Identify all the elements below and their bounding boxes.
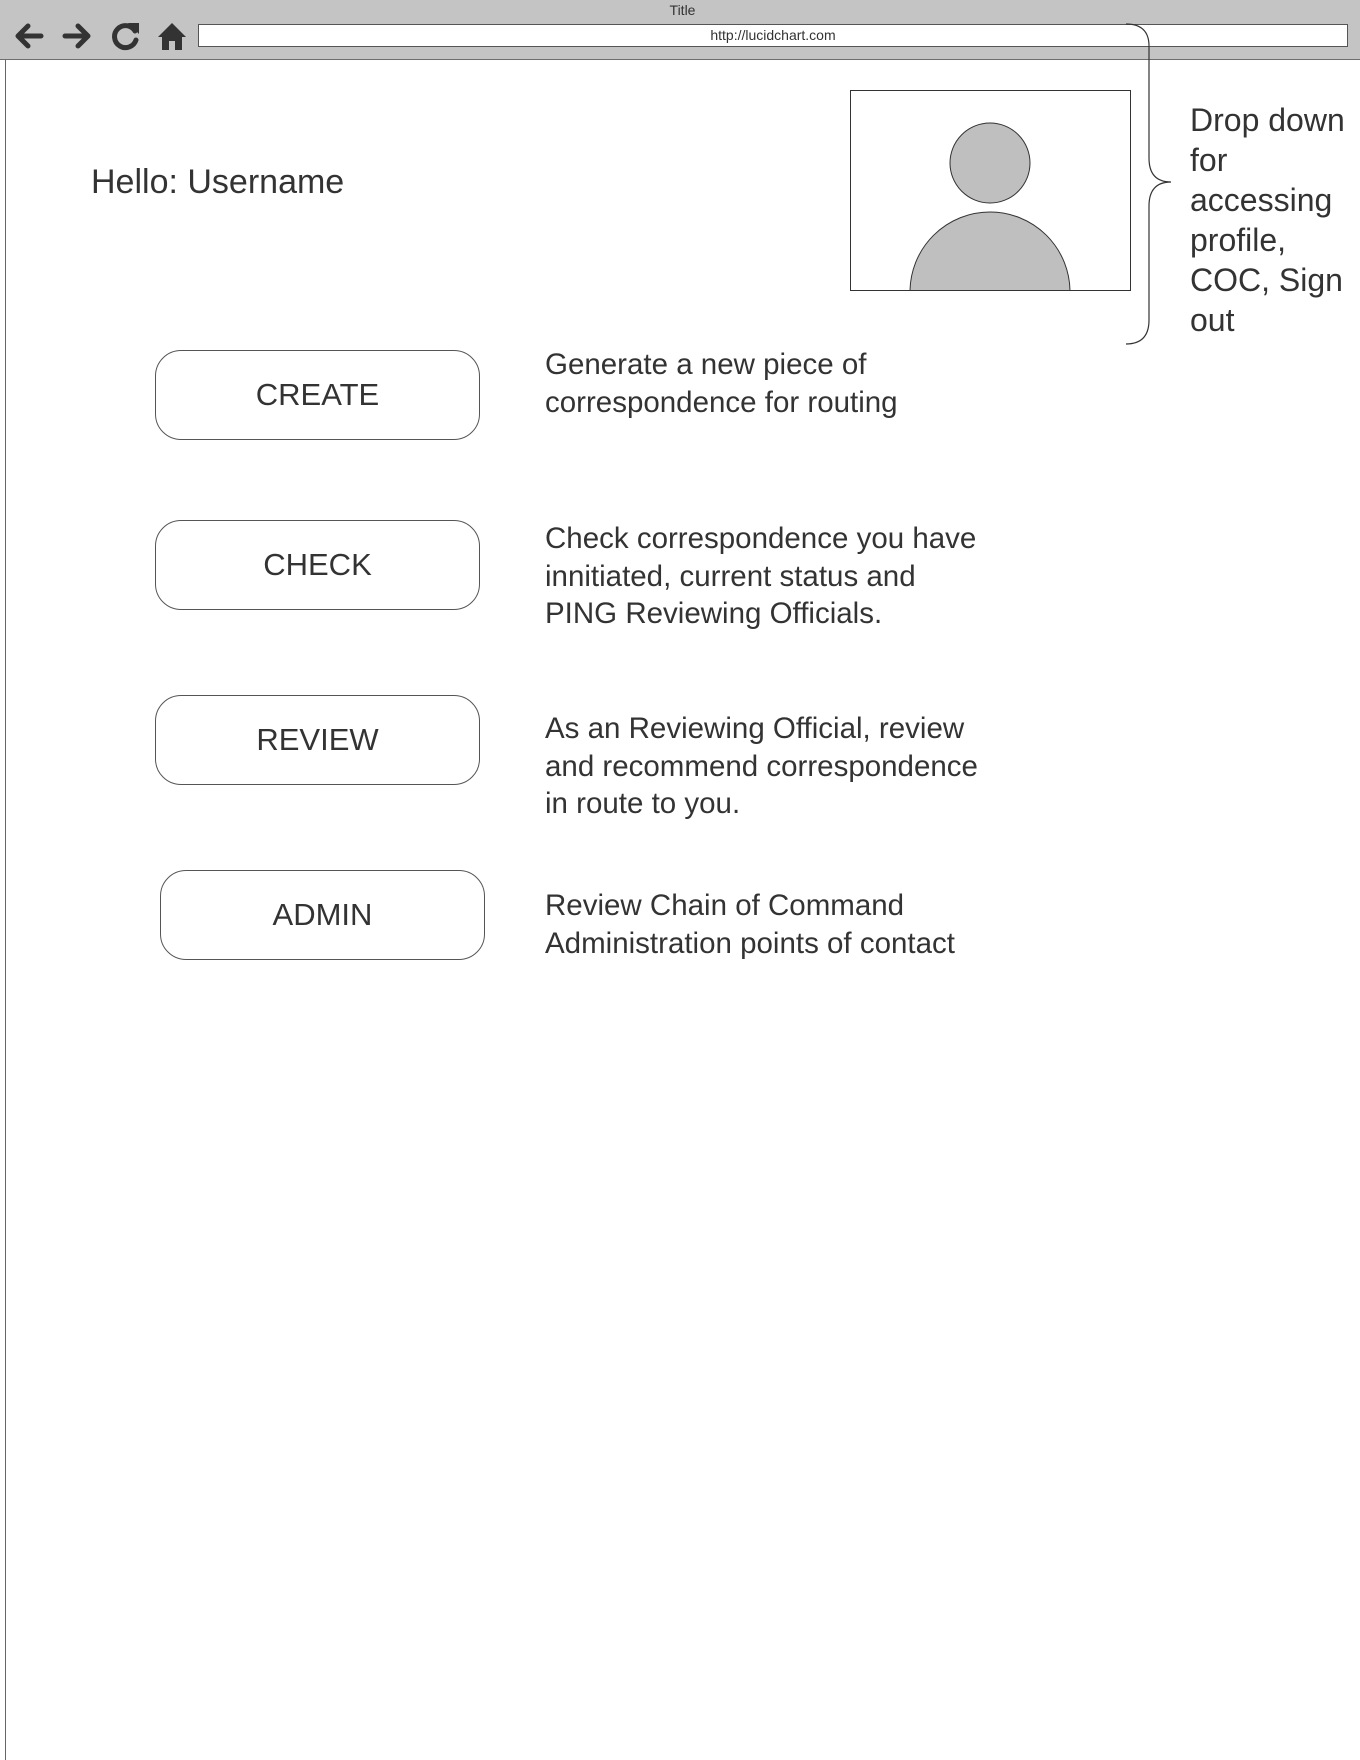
review-button[interactable]: REVIEW <box>155 695 480 785</box>
greeting-text: Hello: Username <box>91 163 345 201</box>
window-title: Title <box>669 2 696 18</box>
profile-annotation: Drop down for accessing profile, COC, Si… <box>1190 102 1345 338</box>
refresh-icon <box>112 23 139 51</box>
create-description: Generate a new piece of correspondence f… <box>545 348 898 419</box>
admin-description: Review Chain of Command Administration p… <box>545 889 955 960</box>
review-description: As an Reviewing Official, review and rec… <box>545 712 978 820</box>
check-description: Check correspondence you have innitiated… <box>545 522 977 630</box>
url-bar[interactable]: http://lucidchart.com <box>198 24 1348 47</box>
check-button[interactable]: CHECK <box>155 520 480 610</box>
arrow-left-icon <box>15 23 44 49</box>
annotation-brace <box>1125 23 1172 345</box>
back-button[interactable] <box>10 18 46 54</box>
profile-dropdown[interactable] <box>850 90 1131 291</box>
user-avatar-icon <box>909 122 1071 290</box>
home-icon <box>158 23 186 50</box>
admin-button[interactable]: ADMIN <box>160 870 485 960</box>
arrow-right-icon <box>62 23 91 49</box>
forward-button[interactable] <box>60 18 96 54</box>
refresh-button[interactable] <box>108 18 144 54</box>
create-button[interactable]: CREATE <box>155 350 480 440</box>
home-button[interactable] <box>154 18 190 54</box>
